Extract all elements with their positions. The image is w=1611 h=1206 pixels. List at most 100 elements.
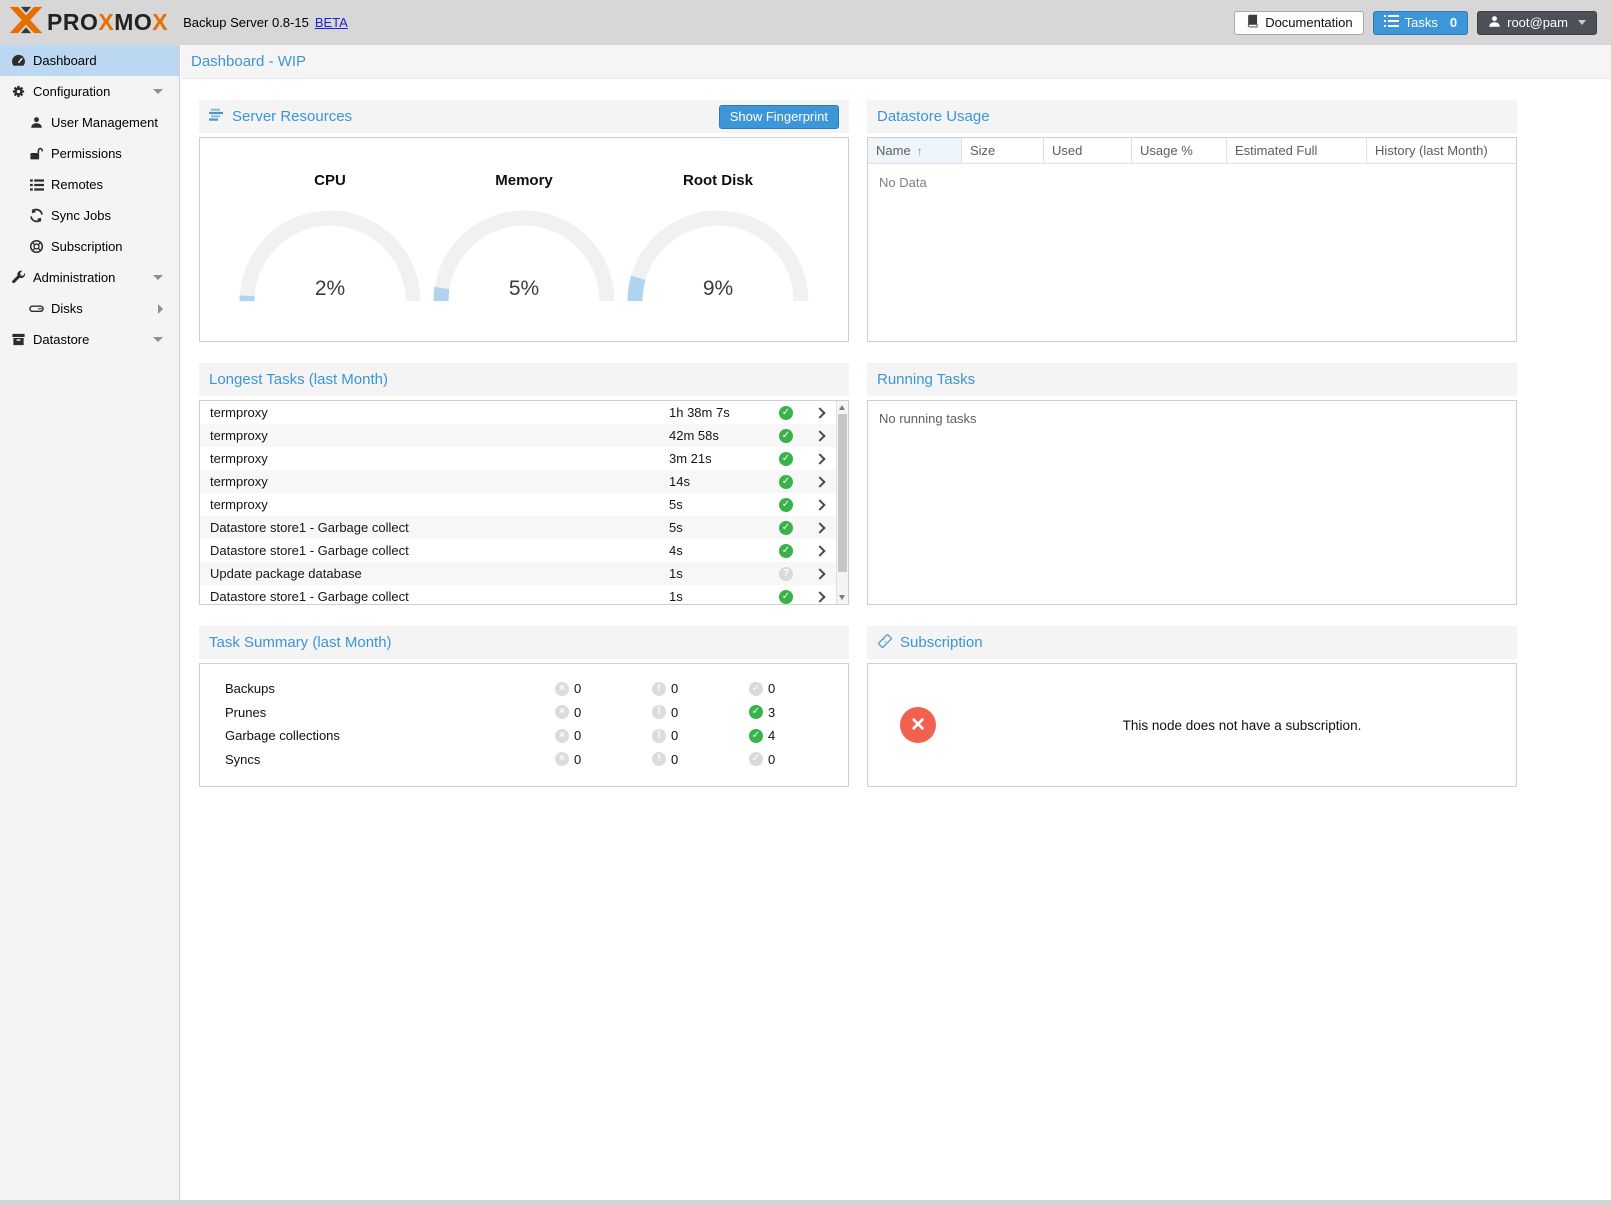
bottom-border <box>0 1200 1611 1206</box>
open-task-button[interactable] <box>804 478 836 486</box>
open-task-button[interactable] <box>804 524 836 532</box>
main-area: Dashboard - WIP Server Resources <box>181 45 1611 1200</box>
sidebar-item-dashboard[interactable]: Dashboard <box>0 45 179 76</box>
sidebar-item-permissions[interactable]: Permissions <box>0 138 179 169</box>
memory-gauge-value: 5% <box>429 277 619 301</box>
task-row[interactable]: Datastore store1 - Garbage collect 1s ✓ <box>200 585 836 605</box>
open-task-button[interactable] <box>804 547 836 555</box>
product-version-label: Backup Server 0.8-15 <box>183 15 309 30</box>
chevron-right-icon <box>814 499 825 510</box>
ok-count-icon: ✓ <box>749 729 763 743</box>
column-header-usage-pct[interactable]: Usage % <box>1132 138 1227 164</box>
sidebar-item-remotes[interactable]: Remotes <box>0 169 179 200</box>
task-row[interactable]: termproxy 1h 38m 7s ✓ <box>200 401 836 424</box>
open-task-button[interactable] <box>804 593 836 601</box>
task-row[interactable]: termproxy 14s ✓ <box>200 470 836 493</box>
datastore-table-header: Name ↑ Size Used Usage % Estimated Full … <box>868 138 1516 164</box>
life-ring-icon <box>28 239 45 254</box>
caret-right-icon[interactable] <box>158 304 163 314</box>
panel-title: Subscription <box>900 634 983 651</box>
status-ok-icon: ✓ <box>779 590 793 604</box>
panel-title: Datastore Usage <box>877 108 990 125</box>
error-count-icon: × <box>555 705 569 719</box>
proxmox-logo: PROXMOX <box>0 5 168 40</box>
task-row[interactable]: Datastore store1 - Garbage collect 5s ✓ <box>200 516 836 539</box>
warning-count-icon: ! <box>652 705 666 719</box>
status-ok-icon: ✓ <box>779 452 793 466</box>
open-task-button[interactable] <box>804 455 836 463</box>
show-fingerprint-button[interactable]: Show Fingerprint <box>719 105 839 129</box>
task-row[interactable]: termproxy 5s ✓ <box>200 493 836 516</box>
column-header-used[interactable]: Used <box>1044 138 1132 164</box>
warning-count-icon: ! <box>652 729 666 743</box>
task-row[interactable]: termproxy 3m 21s ✓ <box>200 447 836 470</box>
column-header-size[interactable]: Size <box>962 138 1044 164</box>
open-task-button[interactable] <box>804 432 836 440</box>
panel-longest-tasks: Longest Tasks (last Month) termproxy 1h … <box>199 363 849 605</box>
cpu-gauge-value: 2% <box>235 277 425 301</box>
panel-title: Longest Tasks (last Month) <box>209 371 388 388</box>
panel-title: Running Tasks <box>877 371 975 388</box>
sidebar-item-disks[interactable]: Disks <box>0 293 179 324</box>
open-task-button[interactable] <box>804 409 836 417</box>
sidebar-item-user-management[interactable]: User Management <box>0 107 179 138</box>
panel-datastore-usage: Datastore Usage Name ↑ Size Used Usage %… <box>867 100 1517 342</box>
tasks-count-badge: 0 <box>1450 15 1457 30</box>
chevron-right-icon <box>814 430 825 441</box>
documentation-button[interactable]: Documentation <box>1234 11 1363 35</box>
warning-count-icon: ! <box>652 682 666 696</box>
ticket-icon <box>877 633 893 653</box>
warning-count-icon: ! <box>652 752 666 766</box>
summary-row-syncs: Syncs ×0 !0 ✓0 <box>200 748 848 772</box>
scrollbar-thumb[interactable] <box>838 414 847 572</box>
scroll-up-arrow[interactable] <box>839 405 845 410</box>
error-count-icon: × <box>555 682 569 696</box>
list-icon <box>28 179 45 191</box>
scroll-down-arrow[interactable] <box>839 595 845 600</box>
user-icon <box>28 116 45 129</box>
sidebar-item-administration[interactable]: Administration <box>0 262 179 293</box>
root-disk-gauge-value: 9% <box>623 277 813 301</box>
caret-down-icon[interactable] <box>153 337 163 342</box>
chevron-right-icon <box>814 522 825 533</box>
cpu-gauge: CPU 2% <box>235 172 425 303</box>
chevron-right-icon <box>814 568 825 579</box>
panel-subscription: Subscription × This node does not have a… <box>867 626 1517 787</box>
caret-down-icon[interactable] <box>153 275 163 280</box>
status-ok-icon: ✓ <box>779 406 793 420</box>
subscription-message: This node does not have a subscription. <box>968 718 1516 733</box>
column-header-history[interactable]: History (last Month) <box>1367 138 1516 164</box>
panel-server-resources: Server Resources Show Fingerprint CPU <box>199 100 849 342</box>
column-header-name[interactable]: Name ↑ <box>868 138 962 164</box>
sidebar-item-configuration[interactable]: Configuration <box>0 76 179 107</box>
user-menu-button[interactable]: root@pam <box>1477 11 1597 35</box>
task-row[interactable]: Datastore store1 - Garbage collect 4s ✓ <box>200 539 836 562</box>
root-disk-gauge: Root Disk 9% <box>623 172 813 303</box>
task-row[interactable]: termproxy 42m 58s ✓ <box>200 424 836 447</box>
gears-icon <box>10 84 27 99</box>
chevron-right-icon <box>814 591 825 602</box>
tasks-button[interactable]: Tasks 0 <box>1373 11 1468 35</box>
sidebar-item-sync-jobs[interactable]: Sync Jobs <box>0 200 179 231</box>
wrench-icon <box>10 270 27 285</box>
beta-link[interactable]: BETA <box>315 15 348 30</box>
column-header-estimated-full[interactable]: Estimated Full <box>1227 138 1367 164</box>
open-task-button[interactable] <box>804 570 836 578</box>
proxmox-x-icon <box>9 5 43 40</box>
sidebar-item-datastore[interactable]: Datastore <box>0 324 179 355</box>
page-title: Dashboard - WIP <box>181 45 1611 79</box>
ok-count-icon: ✓ <box>749 682 763 696</box>
chevron-right-icon <box>814 453 825 464</box>
status-ok-icon: ✓ <box>779 521 793 535</box>
scrollbar[interactable] <box>836 401 848 604</box>
sidebar: Dashboard Configuration User Management <box>0 45 180 1200</box>
caret-down-icon[interactable] <box>153 89 163 94</box>
summary-row-prunes: Prunes ×0 !0 ✓3 <box>200 701 848 725</box>
open-task-button[interactable] <box>804 501 836 509</box>
user-icon <box>1488 15 1501 31</box>
task-list-icon <box>1384 15 1399 30</box>
task-row[interactable]: Update package database 1s ? <box>200 562 836 585</box>
sidebar-item-subscription[interactable]: Subscription <box>0 231 179 262</box>
panel-title: Task Summary (last Month) <box>209 634 392 651</box>
hdd-icon <box>28 301 45 316</box>
